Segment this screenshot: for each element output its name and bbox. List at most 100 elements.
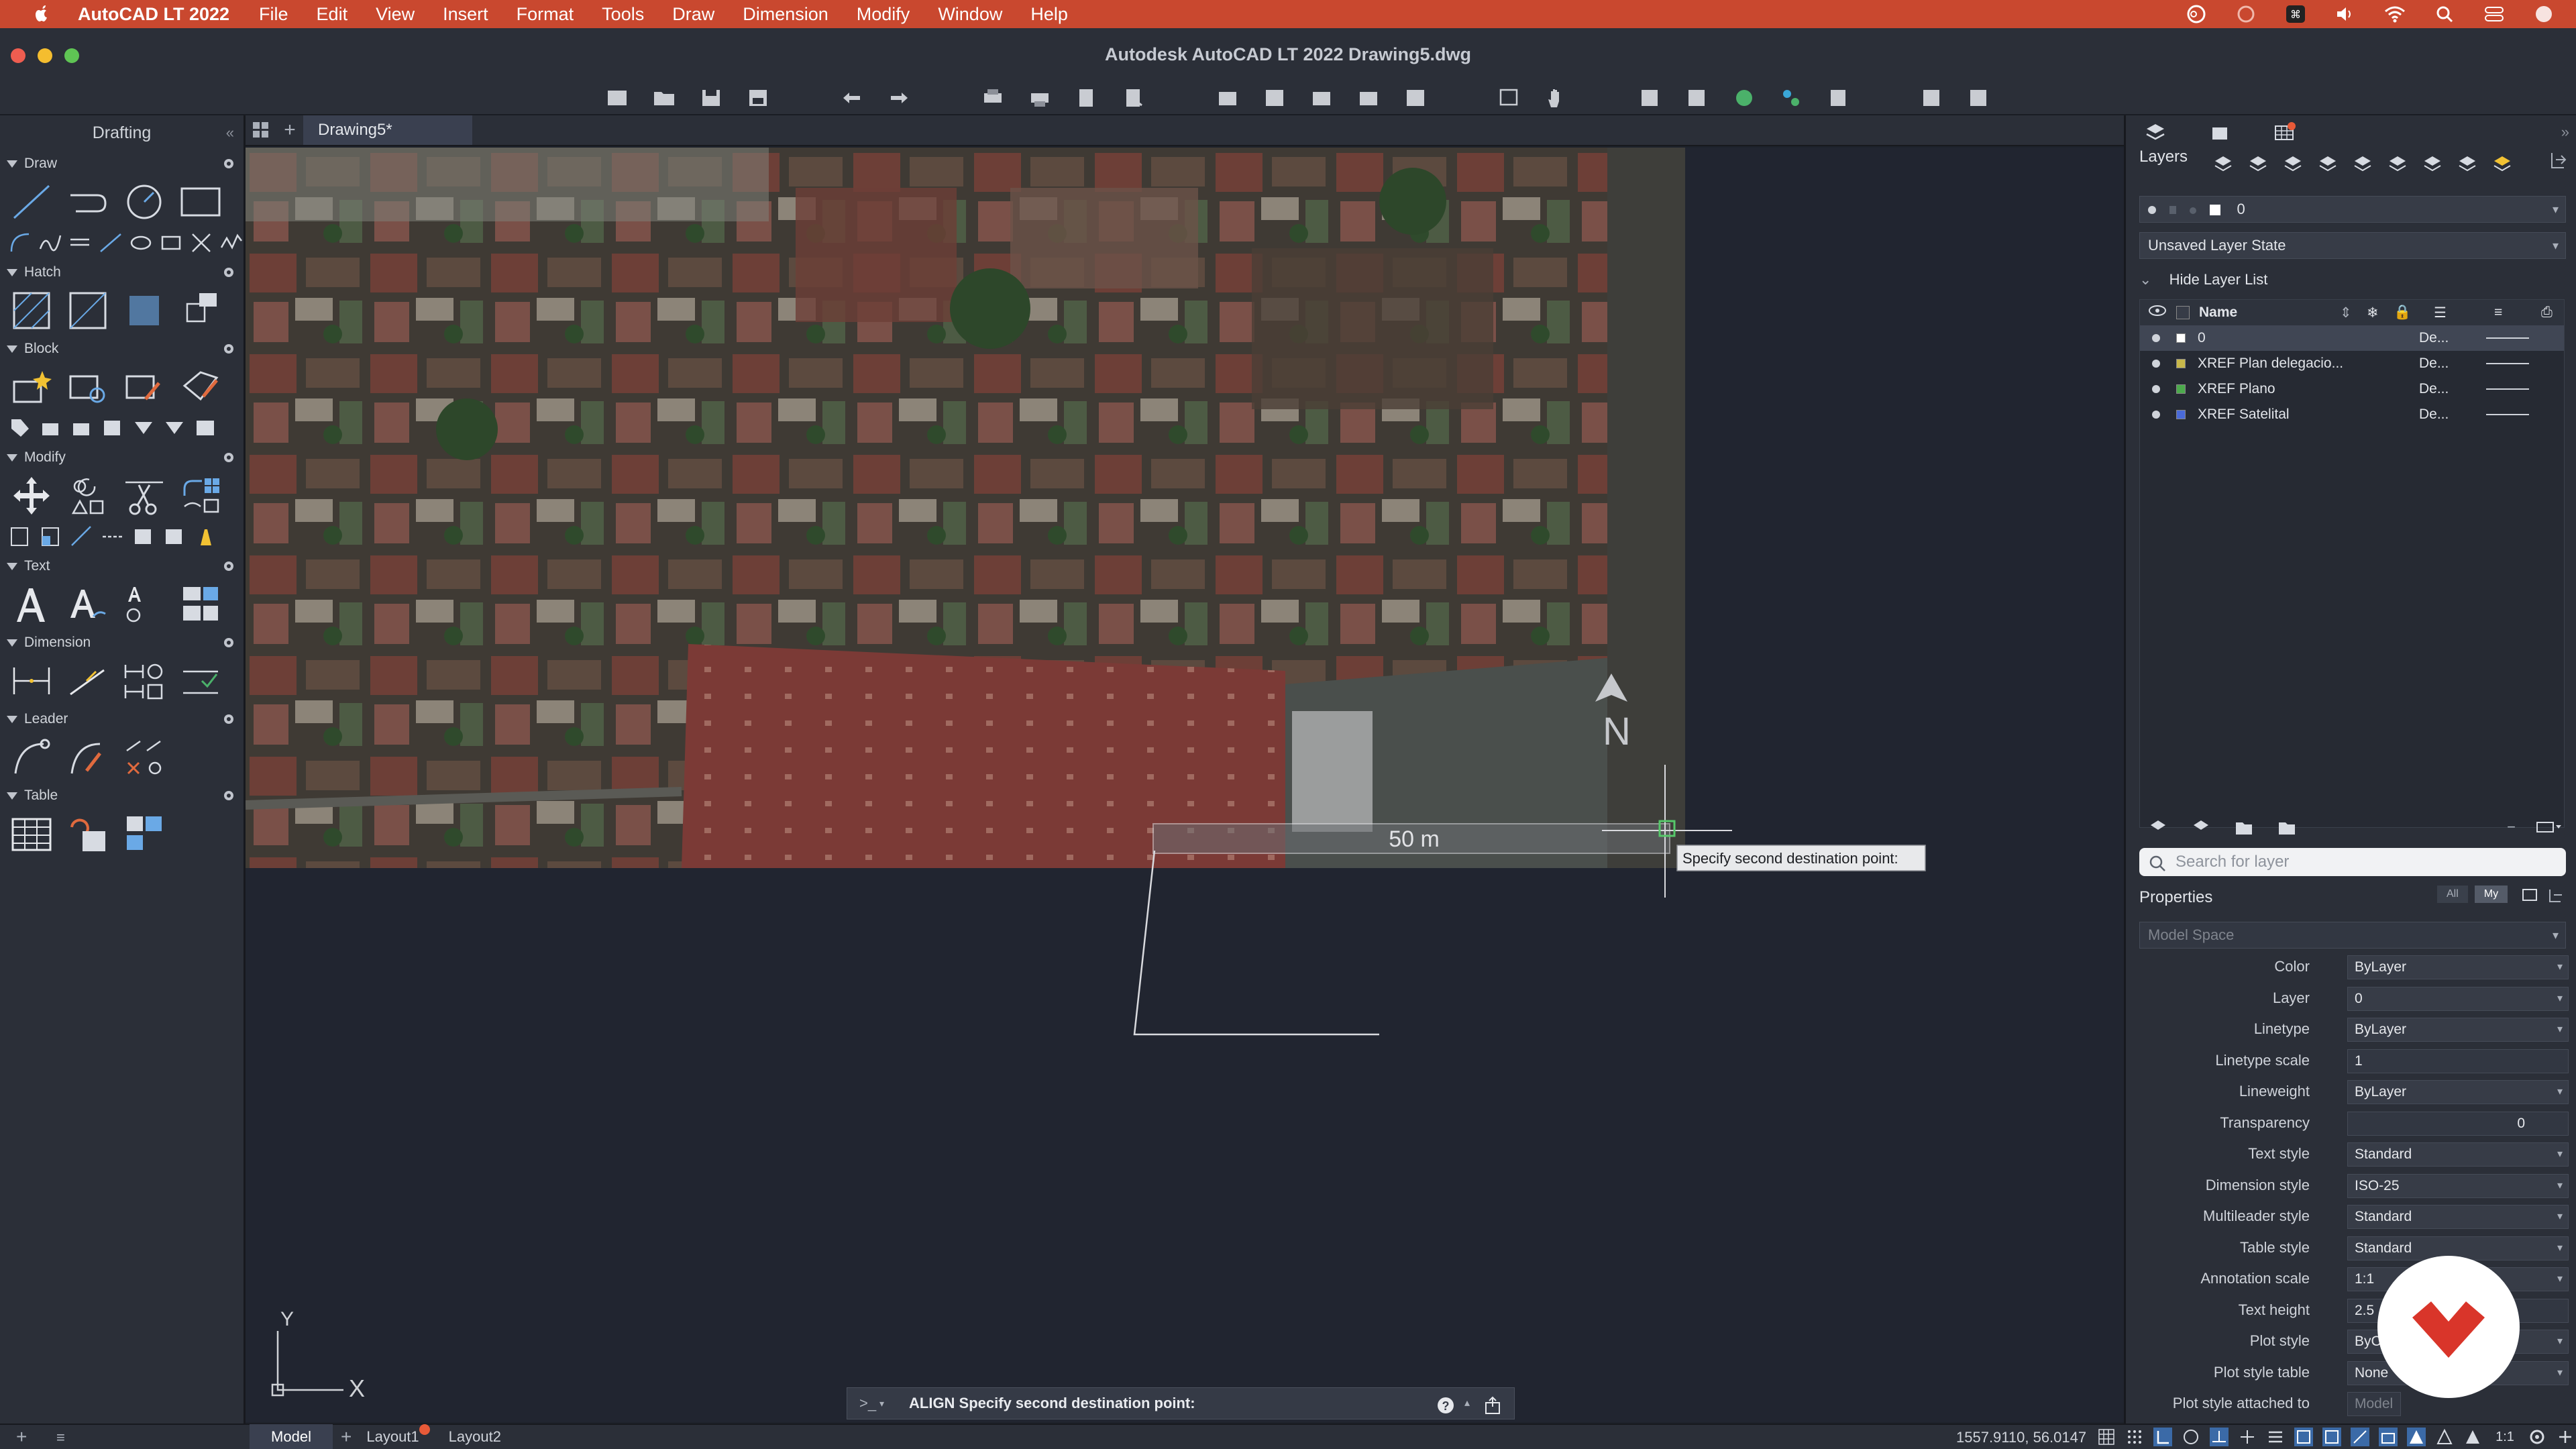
match-properties-icon[interactable] (1214, 85, 1241, 111)
polyline-tool-icon[interactable] (64, 180, 111, 223)
linear-dimension-icon[interactable] (8, 659, 55, 702)
volume-icon[interactable] (2333, 4, 2357, 24)
command-icon[interactable]: ⌘ (2284, 4, 2308, 24)
menu-edit[interactable]: Edit (317, 4, 348, 25)
tab-all[interactable]: All (2437, 885, 2468, 903)
ortho-mode-icon[interactable] (2153, 1428, 2172, 1446)
on-icon[interactable] (2152, 334, 2160, 342)
gradient-tool-icon[interactable] (64, 289, 111, 332)
section-block[interactable]: Block (0, 335, 244, 362)
stretch-icon[interactable] (8, 523, 32, 550)
extend-icon[interactable] (70, 523, 94, 550)
erase-icon[interactable] (193, 523, 217, 550)
sort-icon[interactable]: ⇕ (2340, 305, 2360, 321)
tool-palettes-icon[interactable] (1919, 85, 1945, 111)
spell-check-icon[interactable] (177, 583, 224, 626)
properties-icon[interactable] (1637, 85, 1664, 111)
multileader-icon[interactable] (8, 736, 55, 779)
region-tool-icon[interactable] (177, 289, 224, 332)
gear-icon[interactable] (222, 559, 235, 573)
design-center-icon[interactable] (1684, 85, 1711, 111)
plus-icon[interactable] (2556, 1428, 2575, 1446)
on-icon[interactable] (2152, 360, 2160, 368)
layer-previous-icon[interactable] (1355, 85, 1382, 111)
dimension-set-icon[interactable] (121, 659, 168, 702)
panel-dock-icon[interactable] (2549, 150, 2567, 174)
table-tools-icon[interactable] (121, 812, 168, 855)
layer-lineweight-line[interactable] (2486, 337, 2529, 339)
fillet-array-icon[interactable] (177, 474, 224, 517)
select-all-checkbox[interactable] (2176, 306, 2190, 319)
layer-color-swatch[interactable] (2176, 333, 2186, 343)
layer-color-swatch[interactable] (2176, 384, 2186, 394)
layer-lineweight-line[interactable] (2486, 363, 2529, 364)
copy-clip-icon[interactable] (1261, 85, 1288, 111)
expand-panel-icon[interactable]: » (2561, 123, 2569, 141)
new-file-icon[interactable] (604, 85, 631, 111)
menu-format[interactable]: Format (517, 4, 574, 25)
attach-icon[interactable] (1778, 85, 1805, 111)
annotation-scale-icon[interactable] (2463, 1428, 2482, 1446)
rectangle-tool-icon[interactable] (177, 180, 224, 223)
property-value[interactable]: 0 (2347, 1111, 2569, 1136)
plot-column-icon[interactable]: ⎙ (2541, 305, 2553, 321)
boundary-tool-icon[interactable] (121, 289, 168, 332)
new-layer-icon[interactable] (2213, 154, 2233, 176)
pan-hand-icon[interactable] (1543, 85, 1570, 111)
section-draw[interactable]: Draw (0, 150, 244, 177)
menu-file[interactable]: File (259, 4, 288, 25)
property-value[interactable]: ByLayer ▾ (2347, 1080, 2569, 1104)
line-tool-icon[interactable] (8, 180, 55, 223)
current-layer-dropdown[interactable]: 0 ▾ (2139, 196, 2566, 223)
create-block-icon[interactable] (64, 366, 111, 409)
lock-column-icon[interactable]: 🔒 (2394, 305, 2434, 321)
gear-icon[interactable] (222, 451, 235, 464)
eye-icon[interactable] (2148, 305, 2167, 321)
app-menu[interactable]: AutoCAD LT 2022 (78, 4, 229, 25)
data-extraction-icon[interactable] (64, 812, 111, 855)
new-layer-vp-frozen-icon[interactable] (2248, 154, 2268, 176)
linetype-column-icon[interactable]: ☰ (2434, 305, 2494, 321)
redo-icon[interactable] (885, 85, 912, 111)
polygon-tool-icon[interactable] (160, 229, 183, 256)
offset-icon[interactable] (162, 523, 186, 550)
section-hatch[interactable]: Hatch (0, 259, 244, 286)
on-icon[interactable] (2152, 411, 2160, 419)
menu-window[interactable]: Window (938, 4, 1002, 25)
edit-leader-icon[interactable] (64, 736, 111, 779)
hatch-tool-icon[interactable] (8, 289, 55, 332)
layer-linetype[interactable]: De... (2419, 381, 2479, 397)
layer-color-swatch[interactable] (2176, 359, 2186, 368)
gear-icon[interactable] (222, 266, 235, 279)
layer-unisolate-icon[interactable] (2422, 154, 2443, 176)
plot-icon[interactable] (979, 85, 1006, 111)
gear-icon[interactable] (222, 636, 235, 649)
arc-tool-icon[interactable] (8, 229, 32, 256)
gear-icon[interactable] (222, 342, 235, 356)
property-value[interactable]: 0 ▾ (2347, 986, 2569, 1011)
tab-layout2[interactable]: Layout2 (434, 1424, 516, 1449)
control-center-icon[interactable] (2482, 4, 2506, 24)
section-modify[interactable]: Modify (0, 444, 244, 471)
open-folder-icon[interactable] (651, 85, 678, 111)
table-icon[interactable] (8, 812, 55, 855)
property-value[interactable]: Standard ▾ (2347, 1142, 2569, 1167)
section-leader[interactable]: Leader (0, 706, 244, 733)
auto-scale-icon[interactable] (2435, 1428, 2454, 1446)
new-layout-plus-icon[interactable]: + (341, 1426, 352, 1448)
name-column-header[interactable]: Name (2199, 305, 2340, 321)
file-tabs-grid-icon[interactable] (246, 115, 276, 146)
menu-tools[interactable]: Tools (602, 4, 644, 25)
selection-cycling-icon[interactable] (2322, 1428, 2341, 1446)
lineweight-column-icon[interactable]: ≡ (2494, 305, 2541, 321)
explode-icon[interactable] (131, 523, 156, 550)
drawing-canvas[interactable]: N 50 m Specify second destination point:… (246, 148, 2124, 1422)
spline-tool-icon[interactable] (38, 229, 62, 256)
freeze-column-icon[interactable]: ❄ (2367, 305, 2394, 321)
scale-icon[interactable] (39, 523, 63, 550)
publish-icon[interactable] (1120, 85, 1147, 111)
layer-match-icon[interactable] (2353, 154, 2373, 176)
object-snap-tracking-icon[interactable] (2238, 1428, 2257, 1446)
edit-block-icon[interactable] (121, 366, 168, 409)
layer-lineweight-line[interactable] (2486, 414, 2529, 415)
